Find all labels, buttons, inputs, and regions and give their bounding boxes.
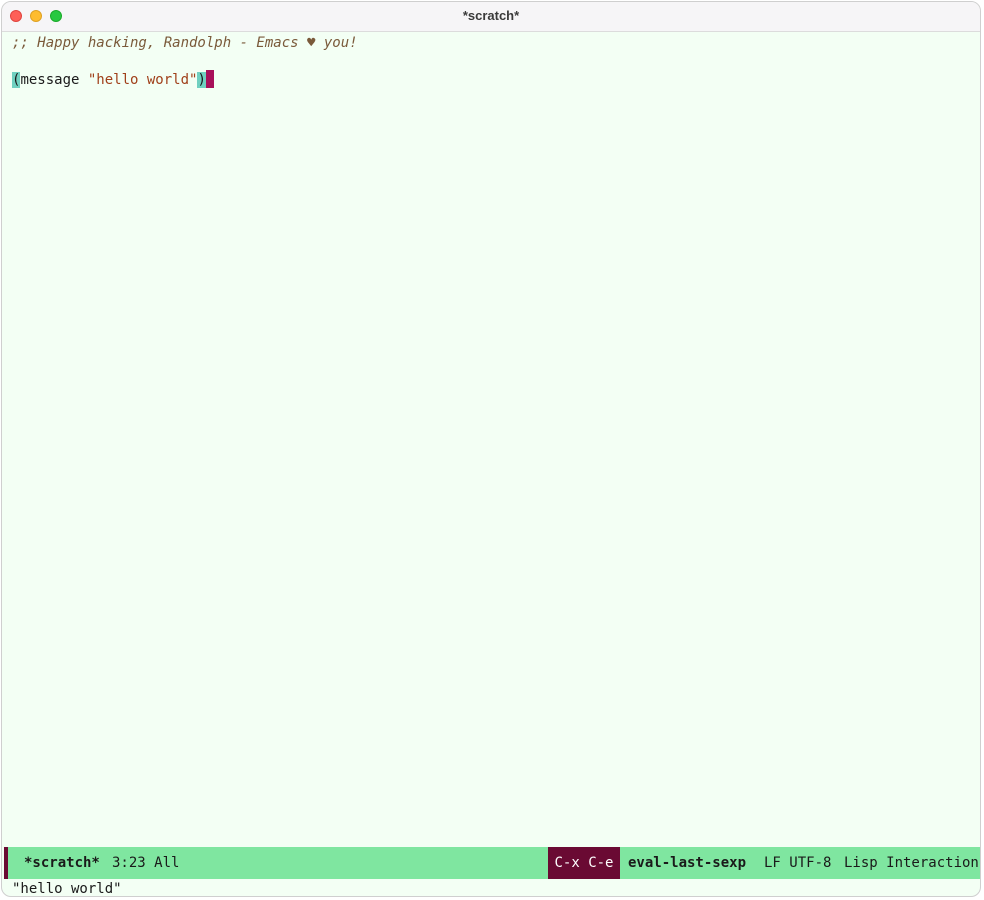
close-paren-highlight: ) [197, 72, 206, 88]
scratch-comment-line: ;; Happy hacking, Randolph - Emacs ♥ you… [12, 35, 358, 51]
mode-line: *scratch* 3:23 All C-x C-e eval-last-sex… [4, 847, 980, 879]
echo-area-message: "hello world" [12, 881, 122, 897]
text-cursor [205, 70, 214, 88]
title-bar: *scratch* [2, 2, 980, 32]
emacs-window: *scratch* ;; Happy hacking, Randolph - E… [1, 1, 981, 897]
buffer-text-area[interactable]: ;; Happy hacking, Randolph - Emacs ♥ you… [2, 32, 980, 844]
mode-line-key-sequence: C-x C-e [548, 847, 620, 879]
mode-line-command: eval-last-sexp [628, 855, 747, 871]
function-name: message [20, 72, 88, 88]
mode-line-encoding[interactable]: LF UTF-8 [764, 847, 831, 879]
mode-line-edge-marker [4, 847, 8, 879]
string-literal: "hello world" [87, 72, 198, 88]
code-line[interactable]: (message "hello world") [12, 70, 214, 90]
mode-line-position: 3:23 All [112, 855, 180, 871]
mode-line-major-mode[interactable]: Lisp Interaction [844, 847, 979, 879]
window-title: *scratch* [462, 8, 520, 23]
mode-line-buffer-name[interactable]: *scratch* [24, 847, 100, 879]
